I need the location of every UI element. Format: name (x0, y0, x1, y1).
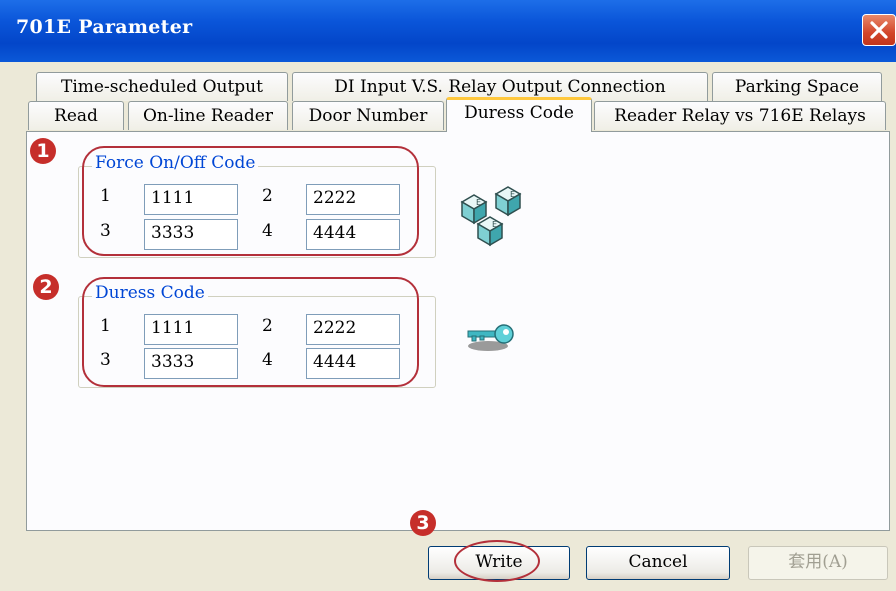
annotation-oval-3 (454, 540, 540, 582)
tab-read[interactable]: Read (28, 101, 124, 130)
close-icon (870, 21, 888, 39)
svg-text:E: E (492, 220, 497, 229)
annotation-oval-2 (82, 277, 419, 387)
svg-text:E: E (510, 190, 515, 199)
apply-button[interactable]: 套用(A) (748, 546, 888, 580)
annotation-badge-2: 2 (33, 274, 59, 300)
tab-door-number[interactable]: Door Number (292, 101, 444, 130)
tab-parking-space[interactable]: Parking Space (712, 72, 882, 101)
annotation-oval-1 (82, 146, 419, 256)
cancel-button[interactable]: Cancel (586, 546, 730, 580)
key-icon (464, 316, 520, 365)
cubes-icon: E E E (456, 184, 536, 261)
tab-duress-code[interactable]: Duress Code (446, 97, 592, 132)
svg-text:E: E (476, 198, 481, 207)
tab-on-line-reader[interactable]: On-line Reader (128, 101, 288, 130)
annotation-badge-1: 1 (30, 138, 56, 164)
tab-time-scheduled-output[interactable]: Time-scheduled Output (36, 72, 288, 101)
close-button[interactable] (862, 14, 896, 46)
window-title: 701E Parameter (16, 16, 193, 38)
annotation-badge-3: 3 (410, 510, 436, 536)
tab-reader-relay-716e[interactable]: Reader Relay vs 716E Relays (594, 101, 886, 130)
